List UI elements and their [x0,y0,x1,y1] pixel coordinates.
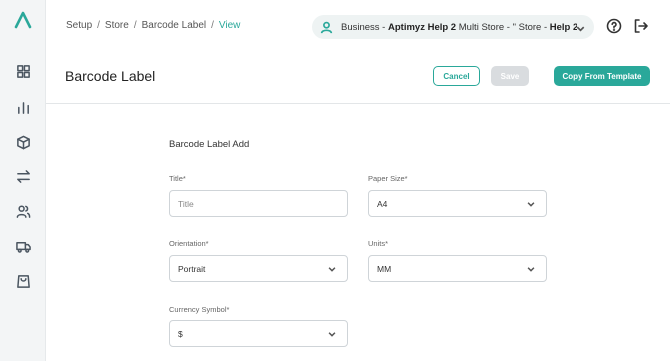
business-name: Business - Aptimyz Help 2 Multi Store - … [341,22,577,33]
delivery-truck-icon[interactable] [14,237,32,255]
paper-size-value: A4 [377,198,388,209]
business-name-bold: Aptimyz Help 2 [388,21,457,33]
copy-from-template-button[interactable]: Copy From Template [554,66,650,86]
business-selector[interactable]: Business - Aptimyz Help 2 Multi Store - … [312,15,594,39]
title-label: Title* [169,174,186,183]
business-middle: Multi Store - " Store - [456,21,550,33]
chevron-down-icon [526,264,536,276]
help-icon[interactable] [606,18,622,34]
paper-size-label: Paper Size* [368,174,408,183]
breadcrumb-setup[interactable]: Setup [66,20,92,31]
users-icon[interactable] [14,202,32,220]
title-placeholder: Title [178,198,194,209]
orientation-select[interactable]: Portrait [169,255,348,282]
reports-icon[interactable] [14,98,32,116]
user-icon [320,21,333,34]
shopping-bag-icon[interactable] [14,272,32,290]
title-input[interactable]: Title [169,190,348,217]
currency-symbol-label: Currency Symbol* [169,305,230,314]
products-icon[interactable] [14,133,32,151]
page-header: Barcode Label Cancel Save Copy From Temp… [46,52,670,104]
chevron-down-icon [327,329,337,341]
form-title: Barcode Label Add [169,139,250,150]
top-bar: Setup / Store / Barcode Label / View Bus… [46,0,670,52]
units-select[interactable]: MM [368,255,547,282]
app-logo[interactable] [13,10,33,30]
orientation-value: Portrait [178,263,206,274]
breadcrumb-separator: / [133,20,137,31]
orientation-label: Orientation* [169,239,209,248]
cancel-button[interactable]: Cancel [433,66,480,86]
breadcrumb: Setup / Store / Barcode Label / View [66,20,240,31]
paper-size-select[interactable]: A4 [368,190,547,217]
save-button[interactable]: Save [491,66,529,86]
breadcrumb-store[interactable]: Store [105,20,129,31]
breadcrumb-barcode-label[interactable]: Barcode Label [142,20,207,31]
breadcrumb-separator: / [211,20,214,31]
chevron-down-icon [327,264,337,276]
breadcrumb-separator: / [97,20,100,31]
transfer-icon[interactable] [14,167,32,185]
dashboard-icon[interactable] [14,62,32,80]
store-name-bold: Help 2 [549,21,577,33]
logout-icon[interactable] [633,18,649,34]
currency-symbol-value: $ [178,328,183,339]
business-prefix: Business - [341,21,388,33]
breadcrumb-current: View [218,20,241,31]
units-value: MM [377,263,392,274]
chevron-down-icon [575,21,586,32]
currency-symbol-select[interactable]: $ [169,320,348,347]
sidebar [0,0,46,361]
chevron-down-icon [526,199,536,211]
page-title: Barcode Label [65,68,156,84]
units-label: Units* [368,239,389,248]
